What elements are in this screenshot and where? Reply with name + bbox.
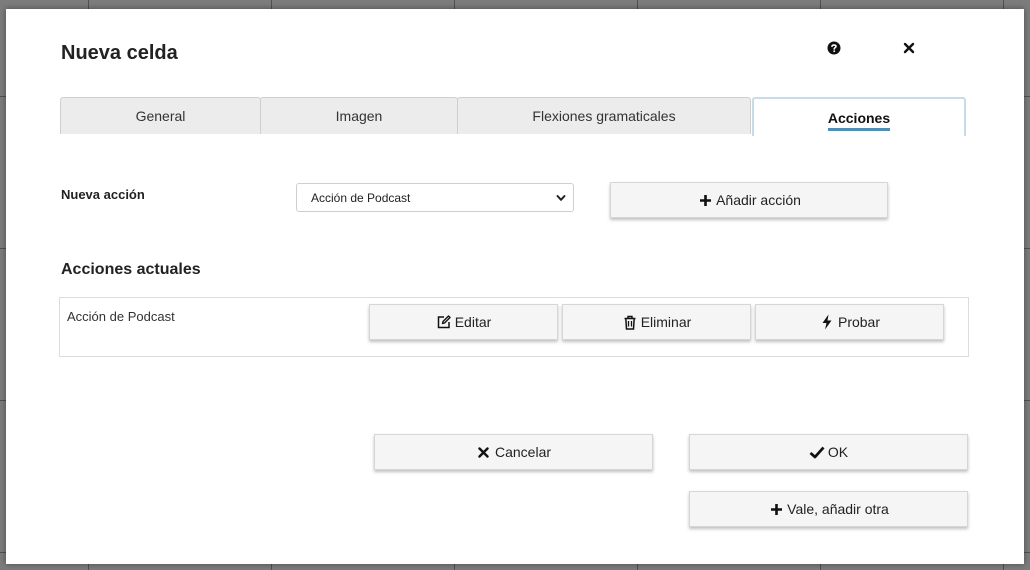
add-action-button[interactable]: Añadir acción	[610, 182, 888, 218]
delete-label: Eliminar	[640, 314, 692, 330]
chevron-down-icon	[555, 192, 567, 204]
close-icon[interactable]	[901, 40, 917, 56]
edit-action-button[interactable]: Editar	[369, 304, 558, 340]
tab-label: Flexiones gramaticales	[532, 108, 676, 124]
help-icon[interactable]	[826, 40, 842, 56]
plus-icon	[768, 501, 784, 517]
dialog-title: Nueva celda	[61, 42, 178, 64]
add-action-label: Añadir acción	[716, 192, 801, 208]
action-type-select[interactable]: Acción de Podcast	[296, 183, 574, 212]
tab-general[interactable]: General	[60, 97, 261, 134]
current-actions-heading: Acciones actuales	[61, 261, 201, 278]
ok-add-another-button[interactable]: Vale, añadir otra	[689, 491, 968, 527]
cancel-button[interactable]: Cancelar	[374, 434, 653, 470]
tab-label: Imagen	[335, 108, 383, 124]
new-cell-dialog: Nueva celda General Imagen Flexiones gra…	[6, 9, 1024, 564]
tab-imagen[interactable]: Imagen	[260, 97, 458, 134]
tab-label: General	[135, 108, 186, 124]
ok-add-another-label: Vale, añadir otra	[787, 501, 889, 517]
bolt-icon	[819, 314, 835, 330]
action-name: Acción de Podcast	[67, 309, 175, 324]
tab-flexiones[interactable]: Flexiones gramaticales	[457, 97, 751, 134]
edit-icon	[436, 314, 452, 330]
ok-button[interactable]: OK	[689, 434, 968, 470]
edit-label: Editar	[454, 314, 492, 330]
trash-icon	[622, 314, 638, 330]
check-icon	[809, 444, 825, 460]
delete-action-button[interactable]: Eliminar	[562, 304, 751, 340]
close-icon	[476, 444, 492, 460]
test-label: Probar	[837, 314, 881, 330]
plus-icon	[697, 192, 713, 208]
ok-label: OK	[827, 444, 849, 460]
cancel-label: Cancelar	[494, 444, 552, 460]
tab-label: Acciones	[827, 110, 891, 131]
action-type-selected: Acción de Podcast	[311, 190, 411, 205]
test-action-button[interactable]: Probar	[755, 304, 944, 340]
new-action-label: Nueva acción	[61, 187, 145, 202]
tab-acciones[interactable]: Acciones	[752, 97, 966, 136]
